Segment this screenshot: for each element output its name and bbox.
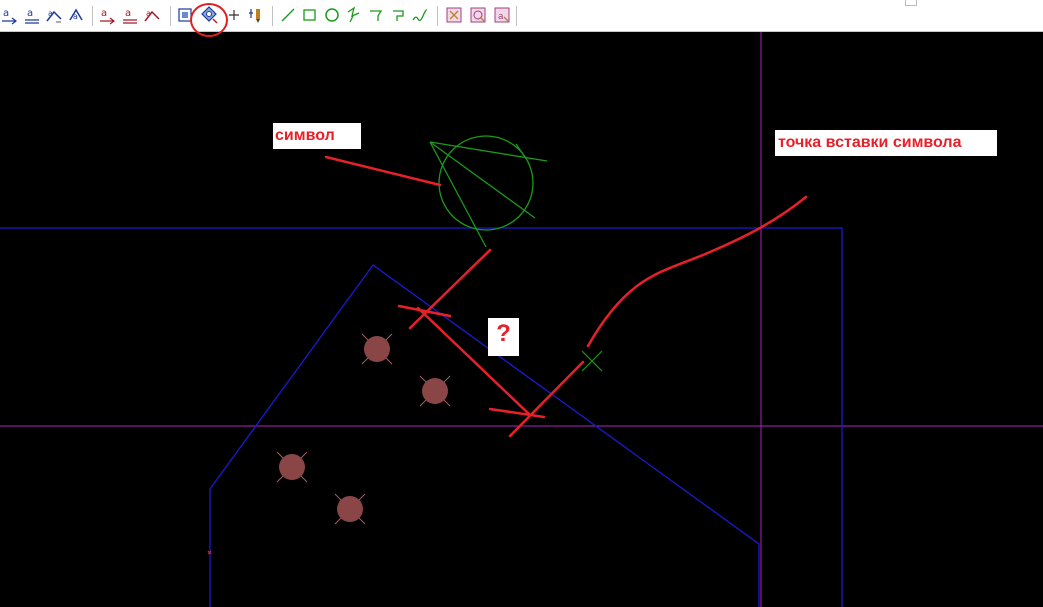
symbol-insert-icon[interactable] bbox=[199, 4, 219, 26]
point-add-icon[interactable] bbox=[226, 4, 246, 26]
svg-text:a: a bbox=[27, 8, 33, 19]
svg-text:a: a bbox=[498, 12, 504, 22]
annotation-label-insertion-point: точка вставки символа bbox=[775, 130, 997, 156]
svg-text:a: a bbox=[101, 8, 107, 19]
toolbar-separator bbox=[92, 6, 93, 26]
cancel-text-icon[interactable]: a bbox=[492, 4, 512, 26]
line-icon[interactable] bbox=[278, 4, 298, 26]
svg-text:a: a bbox=[3, 8, 9, 19]
attribute-edit-icon[interactable]: a bbox=[120, 4, 140, 26]
cancel-window-icon[interactable] bbox=[444, 4, 464, 26]
text-rotate-icon[interactable]: a bbox=[44, 4, 64, 26]
svg-text:a: a bbox=[73, 12, 78, 21]
svg-text:a: a bbox=[146, 9, 151, 18]
svg-text:a: a bbox=[48, 9, 53, 18]
svg-text:a: a bbox=[125, 8, 131, 19]
scroll-marker bbox=[905, 0, 917, 6]
cancel-symbol-icon[interactable] bbox=[468, 4, 488, 26]
step-corner-icon[interactable] bbox=[388, 4, 408, 26]
marker-icon[interactable] bbox=[246, 4, 266, 26]
wave-line-icon[interactable] bbox=[410, 4, 430, 26]
annotation-label-question: ? bbox=[488, 318, 519, 356]
drawing-toolbar: a a a a a a a a bbox=[0, 0, 1043, 37]
toolbar-separator bbox=[516, 6, 517, 26]
text-mirror-icon[interactable]: a bbox=[66, 4, 86, 26]
drawing-canvas[interactable] bbox=[0, 32, 1043, 607]
board-outline-rect bbox=[0, 227, 843, 607]
select-window-icon[interactable] bbox=[176, 4, 196, 26]
step-line-icon[interactable] bbox=[366, 4, 386, 26]
polyline-icon[interactable] bbox=[344, 4, 364, 26]
pad-1 bbox=[361, 333, 393, 365]
circle-icon[interactable] bbox=[322, 4, 342, 26]
pad-3 bbox=[276, 451, 308, 483]
text-place-icon[interactable]: a bbox=[0, 4, 20, 26]
pad-2 bbox=[419, 375, 451, 407]
annotation-lines bbox=[324, 155, 808, 438]
rectangle-icon[interactable] bbox=[300, 4, 320, 26]
insertion-point-marker bbox=[581, 350, 603, 372]
board-outline-polygon bbox=[209, 264, 760, 607]
pad-4 bbox=[334, 493, 366, 525]
green-symbol bbox=[429, 135, 548, 248]
attribute-place-icon[interactable]: a bbox=[98, 4, 118, 26]
annotation-label-symbol: символ bbox=[273, 123, 361, 149]
toolbar-separator bbox=[170, 6, 171, 26]
text-edit-icon[interactable]: a bbox=[22, 4, 42, 26]
toolbar-separator bbox=[437, 6, 438, 26]
attribute-rotate-icon[interactable]: a bbox=[142, 4, 162, 26]
toolbar-separator bbox=[272, 6, 273, 26]
